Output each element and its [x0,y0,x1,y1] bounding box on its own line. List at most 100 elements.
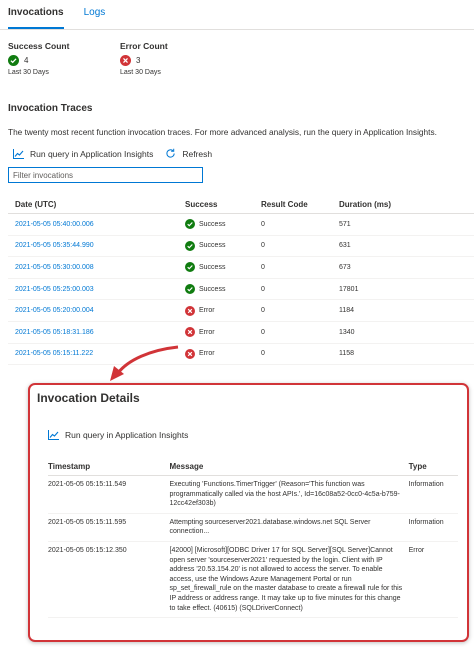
invocation-status: Success [185,262,261,273]
tab-invocations[interactable]: Invocations [8,7,64,29]
invocation-date-link[interactable]: 2021-05-05 05:35:44.990 [8,242,185,249]
check-circle-icon [185,240,195,251]
table-row: 2021-05-05 05:15:11.549 Executing 'Functi… [48,476,458,514]
error-count-value: 3 [136,56,141,65]
result-code: 0 [261,307,265,315]
detail-message: Executing 'Functions.TimerTrigger' (Reas… [169,481,400,508]
status-label: Error [199,328,215,336]
error-circle-icon [185,348,195,359]
column-header-success[interactable]: Success [185,200,261,209]
duration: 631 [339,242,351,250]
table-row[interactable]: 2021-05-05 05:35:44.990 Success 0 631 [8,236,474,258]
success-count-title: Success Count [8,41,70,51]
result-code: 0 [261,220,265,228]
success-count-card: Success Count 4 Last 30 Days [8,41,120,76]
invocation-details-title: Invocation Details [37,391,140,405]
filter-invocations-input[interactable] [8,167,203,183]
invocation-date-link[interactable]: 2021-05-05 05:25:00.003 [8,286,185,293]
details-run-query-label: Run query in Application Insights [65,430,189,440]
table-row[interactable]: 2021-05-05 05:30:00.008 Success 0 673 [8,257,474,279]
column-header-message[interactable]: Message [170,462,409,471]
invocation-details-panel: Invocation Details Run query in Applicat… [28,383,469,642]
column-header-result-code[interactable]: Result Code [261,200,339,209]
invocation-status: Success [185,284,261,295]
details-table-header: Timestamp Message Type [48,460,458,476]
tab-logs[interactable]: Logs [84,7,106,29]
invocation-date-link[interactable]: 2021-05-05 05:15:11.222 [8,350,185,357]
details-table-body: 2021-05-05 05:15:11.549 Executing 'Functi… [48,476,458,619]
traces-command-bar: Run query in Application Insights Refres… [13,148,224,159]
check-circle-icon [185,219,195,230]
chart-line-icon [13,148,24,159]
result-code: 0 [261,328,265,336]
table-row[interactable]: 2021-05-05 05:40:00.006 Success 0 571 [8,214,474,236]
column-header-timestamp[interactable]: Timestamp [48,462,170,471]
error-circle-icon [120,55,131,66]
chart-line-icon [48,430,59,440]
tab-divider [0,29,474,30]
table-row: 2021-05-05 05:15:12.350 [42000] [Microsof… [48,542,458,619]
detail-timestamp: 2021-05-05 05:15:11.595 [48,518,127,526]
detail-message: Attempting sourceserver2021.database.win… [169,518,371,536]
invocation-status: Error [185,327,261,338]
column-header-date[interactable]: Date (UTC) [8,200,185,209]
error-count-card: Error Count 3 Last 30 Days [120,41,232,76]
status-label: Success [199,263,226,271]
result-code: 0 [261,242,265,250]
invocation-status: Error [185,305,261,316]
invocation-date-link[interactable]: 2021-05-05 05:40:00.006 [8,221,185,228]
invocation-date-link[interactable]: 2021-05-05 05:20:00.004 [8,307,185,314]
table-row: 2021-05-05 05:15:11.595 Attempting source… [48,514,458,542]
invocations-table: Date (UTC) Success Result Code Duration … [8,195,474,366]
run-query-label: Run query in Application Insights [30,148,154,159]
duration: 1158 [339,350,355,358]
error-circle-icon [185,327,195,338]
error-count-period: Last 30 Days [120,69,161,76]
duration: 17801 [339,285,359,293]
duration: 1340 [339,328,355,336]
detail-message: [42000] [Microsoft][ODBC Driver 17 for S… [169,546,403,612]
column-header-type[interactable]: Type [409,462,458,471]
duration: 571 [339,220,351,228]
check-circle-icon [185,284,195,295]
detail-type: Information [408,481,444,488]
status-label: Success [199,220,226,228]
run-query-button[interactable]: Run query in Application Insights [13,148,154,159]
success-count-period: Last 30 Days [8,69,49,76]
invocation-traces-description: The twenty most recent function invocati… [8,127,437,137]
invocation-status: Success [185,219,261,230]
table-row[interactable]: 2021-05-05 05:15:11.222 Error 0 1158 [8,344,474,366]
result-code: 0 [261,263,265,271]
invocation-status: Error [185,348,261,359]
table-row[interactable]: 2021-05-05 05:25:00.003 Success 0 17801 [8,279,474,301]
check-circle-icon [8,55,19,66]
detail-type: Information [408,518,444,526]
table-row[interactable]: 2021-05-05 05:20:00.004 Error 0 1184 [8,300,474,322]
status-label: Success [199,285,226,293]
refresh-button[interactable]: Refresh [165,148,212,159]
duration: 1184 [339,307,355,315]
refresh-label: Refresh [182,148,213,159]
table-row[interactable]: 2021-05-05 05:18:31.186 Error 0 1340 [8,322,474,344]
invocations-table-body: 2021-05-05 05:40:00.006 Success 0 571 2021-0… [8,214,474,366]
detail-type: Error [408,546,425,554]
invocation-traces-title: Invocation Traces [8,103,93,114]
success-count-value: 4 [24,56,29,65]
counts-summary: Success Count 4 Last 30 Days Error Count… [8,41,232,76]
status-label: Success [199,242,226,250]
invocation-status: Success [185,240,261,251]
check-circle-icon [185,262,195,273]
detail-timestamp: 2021-05-05 05:15:11.549 [48,481,127,488]
duration: 673 [339,263,351,271]
details-run-query-button[interactable]: Run query in Application Insights [48,430,188,440]
invocations-table-header: Date (UTC) Success Result Code Duration … [8,195,474,214]
tab-bar: Invocations Logs [8,7,125,29]
invocation-date-link[interactable]: 2021-05-05 05:30:00.008 [8,264,185,271]
status-label: Error [199,350,215,358]
error-count-title: Error Count [120,41,168,51]
status-label: Error [199,307,215,315]
column-header-duration[interactable]: Duration (ms) [339,200,459,209]
invocation-date-link[interactable]: 2021-05-05 05:18:31.186 [8,329,185,336]
error-circle-icon [185,305,195,316]
result-code: 0 [261,285,265,293]
